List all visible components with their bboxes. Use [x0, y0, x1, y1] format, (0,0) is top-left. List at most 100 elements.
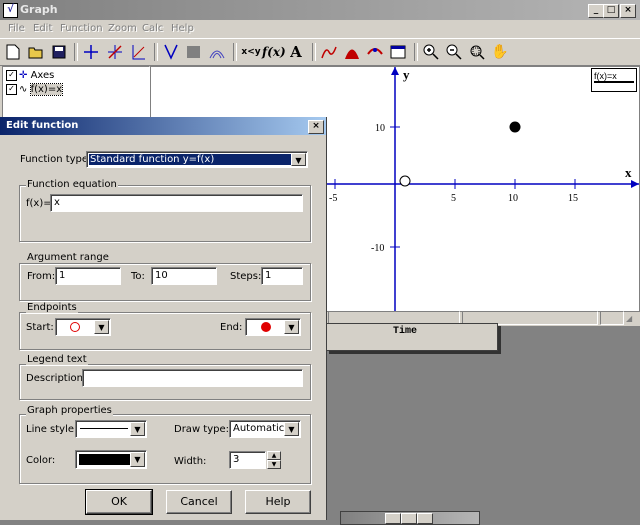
list-item[interactable]: ✓ ✛ Axes: [6, 69, 54, 83]
derivative-icon[interactable]: f(x): [262, 41, 286, 63]
point-series-icon[interactable]: [206, 41, 228, 63]
to-input[interactable]: 10: [151, 267, 217, 285]
function-type-label: Function type:: [20, 154, 92, 165]
maximize-button[interactable]: □: [603, 4, 619, 18]
chevron-down-icon[interactable]: ▼: [130, 422, 145, 436]
area-icon[interactable]: [341, 41, 363, 63]
start-label: Start:: [26, 322, 54, 333]
app-icon: √: [3, 3, 18, 18]
ok-button[interactable]: OK: [85, 489, 153, 515]
to-label: To:: [131, 271, 145, 282]
stepper-down-icon[interactable]: ▼: [267, 460, 281, 469]
menu-edit[interactable]: Edit: [33, 23, 52, 34]
dialog-title-bar[interactable]: Edit function ×: [0, 117, 326, 135]
end-point-marker: [509, 121, 521, 133]
function-type-value: Standard function y=f(x): [89, 154, 293, 165]
toolbar-separator: [74, 43, 78, 61]
y-axis-arrow: [391, 67, 399, 75]
zoom-window-icon[interactable]: [466, 41, 488, 63]
menu-zoom[interactable]: Zoom: [108, 23, 137, 34]
help-button[interactable]: Help: [245, 490, 311, 514]
checkbox-axes[interactable]: ✓: [6, 69, 17, 81]
start-point-marker: [399, 175, 411, 187]
menu-bar: File Edit Function Zoom Calc Help: [0, 20, 640, 38]
toolbar: x<y f(x) A ✋: [0, 38, 640, 66]
list-item[interactable]: ✓ ∿ f(x)=x: [6, 83, 64, 97]
color-swatch: [79, 454, 130, 465]
minimize-button[interactable]: _: [588, 4, 604, 18]
chevron-down-icon[interactable]: ▼: [284, 320, 299, 334]
menu-help[interactable]: Help: [171, 23, 194, 34]
intersection-icon[interactable]: [364, 41, 386, 63]
steps-input[interactable]: 1: [261, 267, 303, 285]
x-tick-label: 10: [508, 193, 518, 204]
text-icon[interactable]: A: [285, 41, 307, 63]
x-axis-label: x: [625, 165, 632, 180]
axes-icon[interactable]: [80, 41, 102, 63]
menu-calc[interactable]: Calc: [142, 23, 163, 34]
save-icon[interactable]: [48, 41, 70, 63]
group-label: Function equation: [26, 179, 118, 190]
chevron-down-icon[interactable]: ▼: [284, 422, 299, 436]
from-label: From:: [27, 271, 56, 282]
menu-file[interactable]: File: [8, 23, 25, 34]
close-button[interactable]: [417, 513, 433, 524]
maximize-button[interactable]: [401, 513, 417, 524]
end-label: End:: [220, 322, 243, 333]
open-icon[interactable]: [25, 41, 47, 63]
dialog-close-button[interactable]: ×: [308, 120, 324, 134]
status-cell: [600, 311, 624, 325]
background-table-window[interactable]: Time: [326, 323, 498, 351]
list-item-label: Axes: [30, 70, 55, 81]
menu-function[interactable]: Function: [60, 23, 103, 34]
y-tick-label: 10: [375, 123, 385, 134]
x-axis-arrow: [631, 180, 639, 188]
stepper-up-icon[interactable]: ▲: [267, 451, 281, 460]
relation-icon[interactable]: [183, 41, 205, 63]
color-select[interactable]: ▼: [75, 450, 147, 469]
close-button[interactable]: ×: [620, 4, 636, 18]
chevron-down-icon[interactable]: ▼: [94, 320, 109, 334]
toolbar-separator: [233, 43, 237, 61]
group-label: Legend text: [26, 354, 88, 365]
cancel-button[interactable]: Cancel: [166, 490, 232, 514]
resize-grip[interactable]: ◢: [626, 314, 632, 323]
table-icon[interactable]: [387, 41, 409, 63]
background-window[interactable]: [340, 511, 480, 525]
start-marker-select[interactable]: ▼: [55, 318, 111, 336]
new-icon[interactable]: [2, 41, 24, 63]
legend-box: f(x)=x: [591, 68, 637, 92]
width-input[interactable]: 3: [229, 451, 266, 469]
chevron-down-icon[interactable]: ▼: [130, 452, 145, 467]
tangent-icon[interactable]: [127, 41, 149, 63]
equation-prefix-label: f(x)=: [26, 198, 52, 209]
equation-input[interactable]: x: [50, 194, 303, 212]
evaluate-icon[interactable]: x<y: [240, 41, 262, 63]
group-label: Endpoints: [26, 302, 78, 313]
zoom-out-icon[interactable]: [443, 41, 465, 63]
color-label: Color:: [26, 455, 56, 466]
shade-icon[interactable]: [160, 41, 182, 63]
title-bar[interactable]: √ Graph _ □ ×: [0, 0, 640, 20]
minimize-button[interactable]: [385, 513, 401, 524]
end-marker-select[interactable]: ▼: [245, 318, 301, 336]
width-stepper[interactable]: ▲ ▼: [267, 451, 281, 469]
open-circle-icon: [70, 322, 80, 332]
solid-line-icon: [80, 428, 128, 429]
function-type-select[interactable]: Standard function y=f(x) ▼: [86, 151, 308, 168]
zoom-in-icon[interactable]: [420, 41, 442, 63]
list-item-label: f(x)=x: [29, 83, 64, 96]
draw-type-select[interactable]: Automatic ▼: [229, 420, 301, 438]
pan-icon[interactable]: ✋: [489, 41, 511, 63]
line-style-select[interactable]: ▼: [75, 420, 147, 438]
from-input[interactable]: 1: [55, 267, 121, 285]
x-tick-label: -5: [329, 193, 337, 204]
description-input[interactable]: [82, 369, 303, 387]
dialog-title: Edit function: [6, 120, 79, 131]
chevron-down-icon[interactable]: ▼: [291, 153, 306, 166]
draw-type-label: Draw type:: [174, 424, 230, 435]
trendline-icon[interactable]: [318, 41, 340, 63]
checkbox-function[interactable]: ✓: [6, 83, 17, 95]
insert-function-icon[interactable]: [104, 41, 126, 63]
width-label: Width:: [174, 456, 207, 467]
